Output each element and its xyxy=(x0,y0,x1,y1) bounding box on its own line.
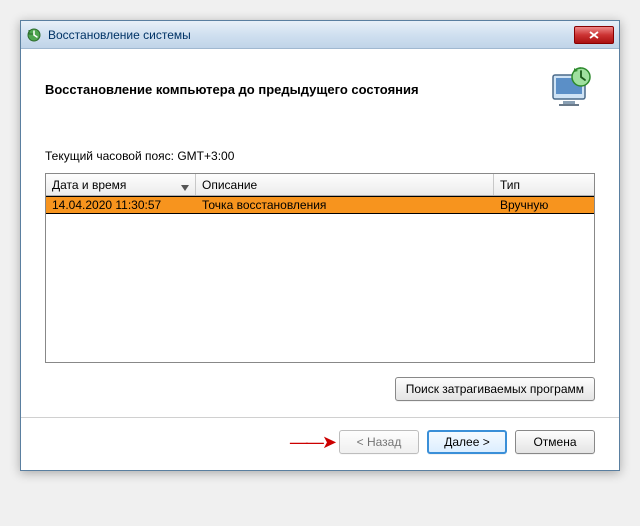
content-area: Текущий часовой пояс: GMT+3:00 Дата и вр… xyxy=(21,121,619,417)
page-heading: Восстановление компьютера до предыдущего… xyxy=(45,82,547,97)
cancel-button[interactable]: Отмена xyxy=(515,430,595,454)
table-row[interactable]: 14.04.2020 11:30:57 Точка восстановления… xyxy=(46,196,594,214)
scan-affected-programs-button[interactable]: Поиск затрагиваемых программ xyxy=(395,377,595,401)
header: Восстановление компьютера до предыдущего… xyxy=(21,49,619,121)
system-restore-window: Восстановление системы Восстановление ко… xyxy=(20,20,620,471)
cell-description: Точка восстановления xyxy=(196,197,494,213)
timezone-label: Текущий часовой пояс: GMT+3:00 xyxy=(45,149,595,163)
col-datetime-label: Дата и время xyxy=(52,178,126,192)
system-restore-icon xyxy=(26,27,42,43)
col-type-label: Тип xyxy=(500,178,520,192)
hint-arrow-icon: ——➤ xyxy=(290,432,335,453)
cell-type: Вручную xyxy=(494,197,594,213)
col-description-label: Описание xyxy=(202,178,257,192)
col-type[interactable]: Тип xyxy=(494,174,594,195)
table-header: Дата и время Описание Тип xyxy=(46,174,594,196)
next-button[interactable]: Далее > xyxy=(427,430,507,454)
scan-row: Поиск затрагиваемых программ xyxy=(45,377,595,401)
sort-desc-icon xyxy=(181,180,189,194)
col-datetime[interactable]: Дата и время xyxy=(46,174,196,195)
restore-points-table[interactable]: Дата и время Описание Тип 14.04.2020 11:… xyxy=(45,173,595,363)
col-description[interactable]: Описание xyxy=(196,174,494,195)
window-title: Восстановление системы xyxy=(48,28,574,42)
cell-datetime: 14.04.2020 11:30:57 xyxy=(46,197,196,213)
footer: ——➤ < Назад Далее > Отмена xyxy=(21,417,619,470)
restore-monitor-icon xyxy=(547,65,595,113)
back-button[interactable]: < Назад xyxy=(339,430,419,454)
close-button[interactable] xyxy=(574,26,614,44)
titlebar: Восстановление системы xyxy=(21,21,619,49)
close-icon xyxy=(589,31,599,39)
